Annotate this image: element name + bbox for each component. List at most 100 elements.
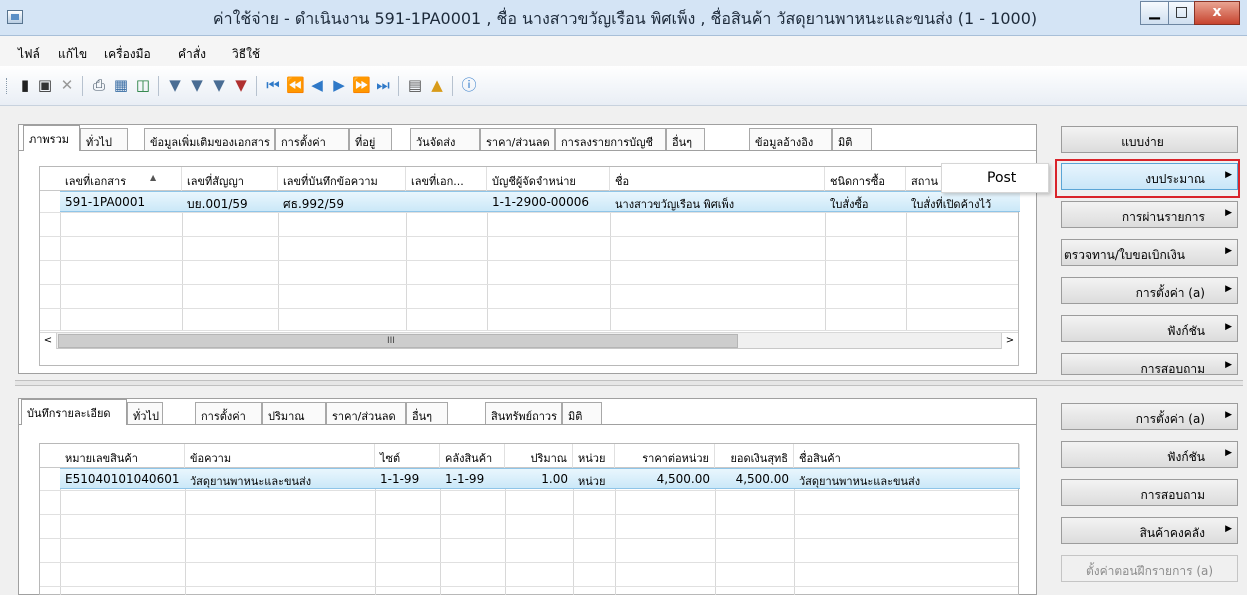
cell-document-ref (406, 192, 487, 212)
cell-site: 1-1-99 (380, 472, 420, 486)
cell-document-number: 591-1PA0001 (65, 195, 146, 209)
tab-line-general[interactable]: ทั่วไป (127, 402, 163, 424)
menu-file[interactable]: ไฟล์ (18, 45, 40, 64)
tab-line-dimensions[interactable]: มิติ (562, 402, 602, 424)
scrollbar-thumb[interactable]: III (58, 334, 738, 348)
filter-icon[interactable]: ▼ (166, 76, 184, 94)
previous-page-icon[interactable]: ⏪ (286, 76, 305, 94)
header-grid-scrollbar[interactable]: < III > (40, 332, 1018, 349)
cell-contract-number: บย.001/59 (187, 197, 248, 211)
column-name[interactable]: ชื่อ (610, 167, 825, 191)
posting-button[interactable]: การผ่านรายการ ▶ (1061, 201, 1238, 228)
header-tab-strip: ภาพรวม ทั่วไป ข้อมูลเพิ่มเติมของเอกสาร ก… (19, 125, 1036, 151)
tab-dimensions[interactable]: มิติ (832, 128, 872, 150)
column-quantity[interactable]: ปริมาณ (505, 444, 573, 468)
grid-line (40, 212, 1018, 213)
new-icon[interactable]: ▮ (16, 76, 34, 94)
scroll-left-button[interactable]: < (40, 333, 57, 349)
excel-icon[interactable]: ◫ (134, 76, 152, 94)
post-menu-item[interactable]: Post (987, 170, 1016, 186)
column-site[interactable]: ไซต์ (375, 444, 440, 468)
budget-submenu: Post (941, 163, 1049, 193)
cell-quantity: 1.00 (541, 472, 568, 486)
review-requisition-button[interactable]: ตรวจทาน/ใบขอเบิกเงิน ▶ (1061, 239, 1238, 266)
tab-posting[interactable]: การลงรายการบัญชี (555, 128, 666, 150)
alert-icon[interactable]: ▲ (428, 76, 446, 94)
print-icon[interactable]: ⎙ (90, 76, 108, 94)
column-vendor-account[interactable]: บัญชีผู้จัดจำหน่าย (487, 167, 610, 191)
tab-general[interactable]: ทั่วไป (80, 128, 128, 150)
column-document-number[interactable]: เลขที่เอกสาร (60, 167, 182, 191)
maximize-button[interactable]: □ (1168, 1, 1195, 25)
attachments-icon[interactable]: ▤ (406, 76, 424, 94)
lines-grid-columns: หมายเลขสินค้า ข้อความ ไซต์ คลังสินค้า ปร… (40, 444, 1020, 468)
inventory-button[interactable]: สินค้าคงคลัง ▶ (1061, 517, 1238, 544)
last-record-icon[interactable]: ⏭ (374, 76, 392, 94)
tab-line-setup[interactable]: การตั้งค่า (195, 402, 262, 424)
tab-address[interactable]: ที่อยู่ (349, 128, 392, 150)
scroll-right-button[interactable]: > (1001, 333, 1018, 349)
print-preview-icon[interactable]: ▦ (112, 76, 130, 94)
menu-edit[interactable]: แก้ไข (58, 45, 87, 64)
line-inquiry-button[interactable]: การสอบถาม (1061, 479, 1238, 506)
header-panel: ภาพรวม ทั่วไป ข้อมูลเพิ่มเติมของเอกสาร ก… (18, 124, 1037, 374)
table-row[interactable]: E51040101040601 วัสดุยานพาหนะและขนส่ง 1-… (60, 468, 1020, 489)
column-net-amount[interactable]: ยอดเงินสุทธิ (715, 444, 794, 468)
grid-line (40, 562, 1018, 563)
column-unit[interactable]: หน่วย (573, 444, 615, 468)
header-inquiry-button[interactable]: การสอบถาม ▶ (1061, 353, 1238, 376)
header-setup-button[interactable]: การตั้งค่า (a) ▶ (1061, 277, 1238, 304)
grid-line (40, 260, 1018, 261)
tab-line-details[interactable]: บันทึกรายละเอียด (21, 399, 127, 425)
chevron-right-icon: ▶ (1225, 524, 1232, 534)
tab-line-other[interactable]: อื่นๆ (406, 402, 448, 424)
advanced-filter-icon[interactable]: ▼ (210, 76, 228, 94)
column-document-ref[interactable]: เลขที่เอก... (406, 167, 487, 191)
tab-line-quantity[interactable]: ปริมาณ (262, 402, 326, 424)
menu-command[interactable]: คำสั่ง (178, 45, 206, 64)
grid-line (40, 514, 1018, 515)
menu-help[interactable]: วิธีใช้ (232, 45, 260, 64)
clear-filter-icon[interactable]: ▼ (232, 76, 250, 94)
tab-other[interactable]: อื่นๆ (666, 128, 705, 150)
tab-price-discount[interactable]: ราคา/ส่วนลด (480, 128, 555, 150)
line-setup-button[interactable]: การตั้งค่า (a) ▶ (1061, 403, 1238, 430)
column-item-number[interactable]: หมายเลขสินค้า (60, 444, 185, 468)
simple-view-button[interactable]: แบบง่าย (1061, 126, 1238, 153)
delete-icon[interactable]: ✕ (58, 76, 76, 94)
tab-reference[interactable]: ข้อมูลอ้างอิง (749, 128, 832, 150)
close-button[interactable]: x (1194, 1, 1240, 25)
column-item-name[interactable]: ชื่อสินค้า (794, 444, 1020, 468)
previous-record-icon[interactable]: ◀ (308, 76, 326, 94)
menu-tools[interactable]: เครื่องมือ (104, 45, 151, 64)
table-row[interactable]: 591-1PA0001 บย.001/59 ศธ.992/59 1-1-2900… (60, 191, 1020, 212)
help-icon[interactable]: ⓘ (460, 76, 478, 94)
column-warehouse[interactable]: คลังสินค้า (440, 444, 505, 468)
tab-line-price-discount[interactable]: ราคา/ส่วนลด (326, 402, 406, 424)
header-grid: เลขที่เอกสาร ▲ เลขที่สัญญา เลขที่บันทึกข… (39, 166, 1020, 366)
column-contract-number[interactable]: เลขที่สัญญา (182, 167, 278, 191)
tab-overview[interactable]: ภาพรวม (23, 125, 80, 151)
title-bar: ค่าใช้จ่าย - ดำเนินงาน 591-1PA0001 , ชื่… (0, 0, 1247, 36)
tab-line-fixed-assets[interactable]: สินทรัพย์ถาวร (485, 402, 562, 424)
column-memo-number[interactable]: เลขที่บันทึกข้อความ (278, 167, 406, 191)
chevron-right-icon: ▶ (1225, 246, 1232, 256)
column-purchase-type[interactable]: ชนิดการซื้อ (825, 167, 906, 191)
header-functions-button[interactable]: ฟังก์ชัน ▶ (1061, 315, 1238, 342)
cell-unit: หน่วย (578, 475, 606, 488)
line-functions-button[interactable]: ฟังก์ชัน ▶ (1061, 441, 1238, 468)
first-record-icon[interactable]: ⏮ (264, 76, 282, 94)
cell-unit-price: 4,500.00 (656, 472, 710, 486)
column-text[interactable]: ข้อความ (185, 444, 375, 468)
column-unit-price[interactable]: ราคาต่อหน่วย (615, 444, 715, 468)
minimize-button[interactable]: ▁ (1140, 1, 1169, 25)
save-icon[interactable]: ▣ (36, 76, 54, 94)
filter-by-selection-icon[interactable]: ▼ (188, 76, 206, 94)
tab-setup[interactable]: การตั้งค่า (275, 128, 349, 150)
chevron-right-icon: ▶ (1225, 360, 1232, 370)
tab-document-info[interactable]: ข้อมูลเพิ่มเติมของเอกสาร (144, 128, 275, 150)
next-page-icon[interactable]: ⏩ (352, 76, 371, 94)
next-record-icon[interactable]: ▶ (330, 76, 348, 94)
panel-splitter[interactable] (15, 380, 1243, 386)
tab-delivery-date[interactable]: วันจัดส่ง (410, 128, 480, 150)
